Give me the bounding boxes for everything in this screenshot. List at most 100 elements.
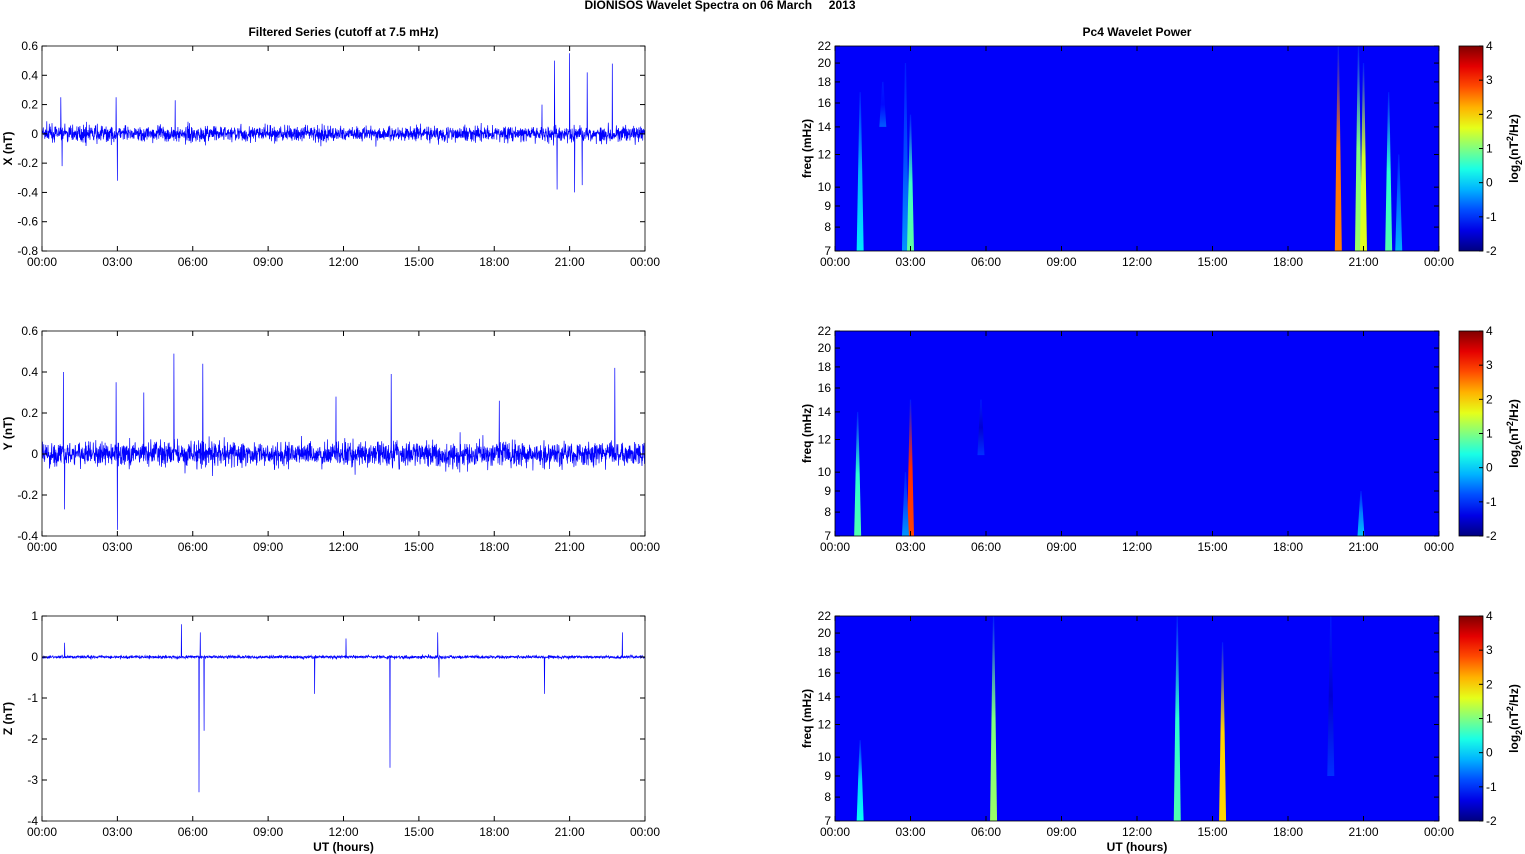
y-tick-label: 16 (818, 666, 832, 680)
plot-area (835, 616, 1439, 821)
series-line (42, 624, 645, 793)
x-tick-label: 06:00 (971, 825, 1001, 839)
x-tick-label: 21:00 (555, 825, 585, 839)
colorbar-tick-label: 4 (1486, 609, 1493, 623)
x-tick-label: 06:00 (178, 255, 208, 269)
x-tick-label: 00:00 (1424, 255, 1454, 269)
colorbar-tick-label: 3 (1486, 643, 1493, 657)
y-tick-label: 9 (824, 769, 831, 783)
y-tick-label: 1 (31, 609, 38, 623)
colorbar-tick-label: -1 (1486, 210, 1497, 224)
colorbar-tick-label: 0 (1486, 746, 1493, 760)
x-tick-label: 09:00 (1046, 255, 1076, 269)
x-tick-label: 09:00 (1046, 825, 1076, 839)
x-tick-label: 12:00 (328, 540, 358, 554)
y-axis-label: freq (mHz) (800, 404, 814, 463)
y-tick-label: 7 (824, 244, 831, 258)
x-tick-label: 21:00 (555, 540, 585, 554)
x-tick-label: 09:00 (253, 540, 283, 554)
y-tick-label: -0.8 (17, 244, 38, 258)
x-tick-label: 21:00 (1348, 825, 1378, 839)
x-tick-label: 15:00 (1197, 825, 1227, 839)
y-tick-label: 20 (818, 626, 832, 640)
colorbar-tick-label: -2 (1486, 529, 1497, 543)
y-tick-label: 18 (818, 75, 832, 89)
colorbar-tick-label: 2 (1486, 392, 1493, 406)
panel-title: Filtered Series (cutoff at 7.5 mHz) (248, 25, 438, 39)
x-tick-label: 18:00 (479, 255, 509, 269)
panel-4: 00:00 03:00 06:00 09:00 12:00 15:00 18:00 21:00… (800, 25, 1524, 269)
y-tick-label: 16 (818, 96, 832, 110)
y-tick-label: 9 (824, 199, 831, 213)
plot-area (835, 331, 1439, 536)
colorbar: -2 -1 0 1 2 3 4 log2(nT2/Hz) (1458, 324, 1524, 543)
colorbar-label: log2(nT2/Hz) (1505, 114, 1524, 183)
y-tick-label: 7 (824, 814, 831, 828)
y-tick-label: 14 (818, 690, 832, 704)
x-tick-label: 12:00 (1122, 540, 1152, 554)
y-tick-label: 0.2 (21, 406, 38, 420)
colorbar-tick-label: -2 (1486, 244, 1497, 258)
x-tick-label: 03:00 (102, 540, 132, 554)
x-axis-label: UT (hours) (313, 840, 374, 854)
y-tick-label: -0.6 (17, 215, 38, 229)
y-axis-label: freq (mHz) (800, 689, 814, 748)
x-tick-label: 00:00 (630, 825, 660, 839)
y-tick-label: 14 (818, 405, 832, 419)
panel-1: 00:00 03:00 06:00 09:00 12:00 15:00 18:00 21:00… (1, 25, 660, 269)
x-tick-label: 21:00 (1348, 540, 1378, 554)
colorbar-label: log2(nT2/Hz) (1505, 684, 1524, 753)
y-axis-label: X (nT) (1, 132, 15, 166)
x-tick-label: 21:00 (1348, 255, 1378, 269)
colorbar-tick-label: 1 (1486, 142, 1493, 156)
colorbar-tick-label: 1 (1486, 427, 1493, 441)
panel-2: 00:00 03:00 06:00 09:00 12:00 15:00 18:00 21:00… (1, 324, 660, 554)
colorbar-tick-label: 3 (1486, 358, 1493, 372)
y-tick-label: 0 (31, 127, 38, 141)
x-tick-label: 12:00 (328, 255, 358, 269)
colorbar-tick-label: 4 (1486, 39, 1493, 53)
axes-box (41, 330, 646, 537)
series-line (42, 353, 645, 530)
x-tick-label: 12:00 (1122, 255, 1152, 269)
y-tick-label: 0.6 (21, 324, 38, 338)
colorbar: -2 -1 0 1 2 3 4 log2(nT2/Hz) (1458, 39, 1524, 258)
y-tick-label: 0 (31, 447, 38, 461)
x-tick-label: 21:00 (555, 255, 585, 269)
x-tick-label: 18:00 (1273, 825, 1303, 839)
spectrogram-background (835, 46, 1439, 251)
x-tick-label: 00:00 (1424, 540, 1454, 554)
y-tick-label: 8 (824, 220, 831, 234)
y-tick-label: 7 (824, 529, 831, 543)
colorbar: -2 -1 0 1 2 3 4 log2(nT2/Hz) (1458, 609, 1524, 828)
x-tick-label: 18:00 (1273, 255, 1303, 269)
y-tick-label: 8 (824, 505, 831, 519)
x-tick-label: 15:00 (404, 540, 434, 554)
x-tick-label: 09:00 (253, 825, 283, 839)
colorbar-tick-label: 1 (1486, 712, 1493, 726)
x-tick-label: 15:00 (1197, 540, 1227, 554)
x-tick-label: 00:00 (630, 255, 660, 269)
y-tick-label: 18 (818, 360, 832, 374)
x-tick-label: 06:00 (178, 540, 208, 554)
y-tick-label: 18 (818, 645, 832, 659)
y-tick-label: 20 (818, 56, 832, 70)
y-tick-label: -0.4 (17, 185, 38, 199)
x-tick-label: 18:00 (1273, 540, 1303, 554)
x-tick-label: 03:00 (102, 825, 132, 839)
x-tick-label: 09:00 (253, 255, 283, 269)
y-tick-label: -2 (27, 732, 38, 746)
spectrogram-background (835, 616, 1439, 821)
x-tick-label: 03:00 (102, 255, 132, 269)
x-tick-label: 12:00 (328, 825, 358, 839)
y-tick-label: 9 (824, 484, 831, 498)
colorbar-tick-label: 3 (1486, 73, 1493, 87)
colorbar-tick-label: 2 (1486, 677, 1493, 691)
figure-title: DIONISOS Wavelet Spectra on 06 March 201… (585, 0, 856, 12)
x-tick-label: 15:00 (1197, 255, 1227, 269)
y-tick-label: 12 (818, 433, 832, 447)
x-tick-label: 03:00 (895, 255, 925, 269)
panel-3: 00:00 03:00 06:00 09:00 12:00 15:00 18:00 21:00… (1, 609, 660, 854)
y-tick-label: 8 (824, 790, 831, 804)
y-tick-label: 22 (818, 324, 832, 338)
